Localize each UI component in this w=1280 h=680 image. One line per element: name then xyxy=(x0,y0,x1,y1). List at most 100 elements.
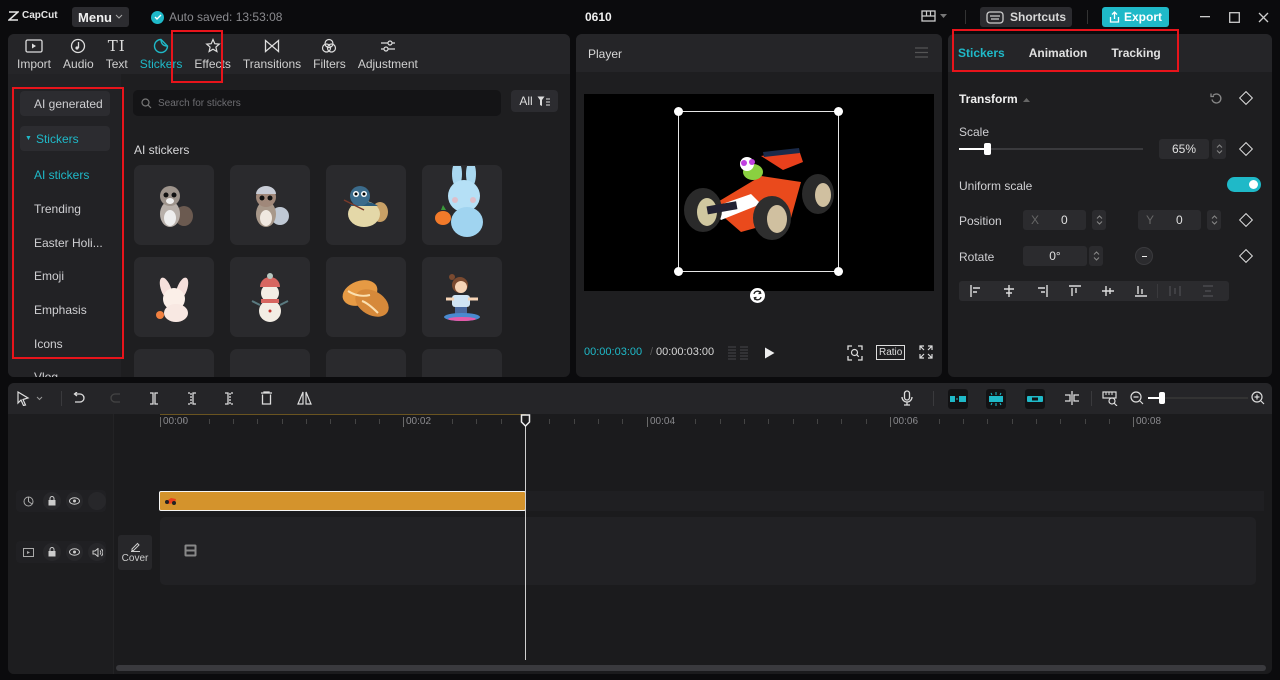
tab-audio[interactable]: Audio xyxy=(57,34,100,74)
timeline-view-button[interactable] xyxy=(728,346,748,360)
tab-filters[interactable]: Filters xyxy=(307,34,352,74)
tab-stickers-props[interactable]: Stickers xyxy=(958,46,1005,60)
delete-button[interactable] xyxy=(260,390,273,406)
sticker-clip[interactable] xyxy=(159,491,526,511)
nav-ai-generated[interactable]: AI generated xyxy=(20,91,110,116)
resize-handle-top-left[interactable] xyxy=(674,107,683,116)
undo-button[interactable] xyxy=(72,390,85,406)
cover-button[interactable]: Cover xyxy=(118,535,152,570)
split-right-button[interactable] xyxy=(223,390,235,406)
distribute-v-icon[interactable] xyxy=(1191,285,1224,297)
fullscreen-button[interactable] xyxy=(919,345,933,359)
pie-sticker[interactable] xyxy=(326,349,406,377)
snowman-sticker[interactable] xyxy=(230,257,310,337)
tab-animation[interactable]: Animation xyxy=(1029,46,1088,60)
scale-stepper[interactable] xyxy=(1212,139,1226,159)
ratio-button[interactable]: Ratio xyxy=(876,345,906,360)
butterfly-sticker[interactable] xyxy=(422,349,502,377)
scale-slider-thumb[interactable] xyxy=(983,143,991,155)
scale-slider[interactable] xyxy=(959,143,1143,155)
split-left-button[interactable] xyxy=(186,390,198,406)
shortcuts-button[interactable]: Shortcuts xyxy=(980,7,1072,27)
zoom-out-button[interactable] xyxy=(1130,390,1144,406)
select-tool-button[interactable] xyxy=(17,390,43,406)
auto-snap-toggle[interactable] xyxy=(986,389,1006,409)
tab-stickers[interactable]: Stickers xyxy=(134,34,189,74)
reset-button[interactable] xyxy=(1210,92,1223,105)
timeline-horizontal-scrollbar[interactable] xyxy=(116,665,1266,671)
mute-track-button[interactable] xyxy=(88,543,106,561)
align-bottom-icon[interactable] xyxy=(1124,285,1157,297)
player-menu-button[interactable] xyxy=(915,47,928,58)
redo-button[interactable] xyxy=(110,390,123,406)
timeline-zoom-slider[interactable] xyxy=(1148,392,1248,404)
resize-handle-bottom-left[interactable] xyxy=(674,267,683,276)
zoom-to-fit-button[interactable] xyxy=(1102,390,1118,406)
timeline-ruler[interactable]: 00:00 00:02 00:04 00:06 00:08 xyxy=(8,414,1272,432)
nav-emoji[interactable]: Emoji xyxy=(20,263,110,288)
zoom-slider-thumb[interactable] xyxy=(1159,392,1165,404)
keyframe-transform-button[interactable] xyxy=(1238,90,1254,106)
align-left-icon[interactable] xyxy=(959,285,992,297)
croissant-sticker[interactable] xyxy=(326,257,406,337)
tab-tracking[interactable]: Tracking xyxy=(1111,46,1160,60)
minimize-button[interactable] xyxy=(1197,9,1213,25)
nav-trending[interactable]: Trending xyxy=(20,196,110,221)
distribute-h-icon[interactable] xyxy=(1158,285,1191,297)
menu-button[interactable]: Menu xyxy=(72,7,129,27)
zoom-in-button[interactable] xyxy=(1251,390,1265,406)
seal-sticker[interactable] xyxy=(326,165,406,245)
bunny-sticker[interactable] xyxy=(134,257,214,337)
uniform-scale-toggle[interactable] xyxy=(1227,177,1261,192)
position-x-stepper[interactable] xyxy=(1092,210,1106,230)
align-center-h-icon[interactable] xyxy=(992,285,1025,297)
keyframe-rotate-button[interactable] xyxy=(1238,248,1254,264)
bunny-carrot-3d-sticker[interactable] xyxy=(422,165,502,245)
character-sticker[interactable] xyxy=(134,349,214,377)
align-center-v-icon[interactable] xyxy=(1091,285,1124,297)
tab-transitions[interactable]: Transitions xyxy=(237,34,307,74)
layout-button[interactable] xyxy=(921,10,947,22)
zoom-fit-button[interactable] xyxy=(847,345,863,361)
export-button[interactable]: Export xyxy=(1102,7,1169,27)
resize-handle-top-right[interactable] xyxy=(834,107,843,116)
tab-effects[interactable]: Effects xyxy=(188,34,236,74)
nav-ai-stickers[interactable]: AI stickers xyxy=(20,162,110,187)
rotate-input[interactable]: 0° xyxy=(1023,246,1087,266)
mirror-button[interactable] xyxy=(297,390,312,406)
tab-import[interactable]: Import xyxy=(11,34,57,74)
resize-handle-bottom-right[interactable] xyxy=(834,267,843,276)
keyframe-position-button[interactable] xyxy=(1238,212,1254,228)
playhead[interactable] xyxy=(525,423,526,660)
nav-easter-holiday[interactable]: Easter Holi... xyxy=(20,230,110,255)
rotate-handle[interactable] xyxy=(750,288,765,303)
maximize-button[interactable] xyxy=(1226,9,1242,25)
record-audio-button[interactable] xyxy=(901,390,913,406)
rotate-stepper[interactable] xyxy=(1089,246,1103,266)
filter-all-button[interactable]: All xyxy=(511,90,558,112)
preview-canvas[interactable] xyxy=(584,94,934,291)
sticker-search-input[interactable]: Search for stickers xyxy=(133,90,501,116)
split-button[interactable] xyxy=(148,390,160,406)
nav-vlog[interactable]: Vlog xyxy=(20,364,110,378)
hide-track-button[interactable] xyxy=(65,492,84,510)
race-car-sticker[interactable] xyxy=(681,146,836,241)
lock-track-button[interactable] xyxy=(42,543,61,561)
selection-box[interactable] xyxy=(674,107,843,276)
position-y-input[interactable]: Y 0 xyxy=(1138,210,1201,230)
align-right-icon[interactable] xyxy=(1025,285,1058,297)
chipmunk-sticker[interactable] xyxy=(134,165,214,245)
position-y-stepper[interactable] xyxy=(1207,210,1221,230)
position-x-input[interactable]: X 0 xyxy=(1023,210,1086,230)
hide-track-button[interactable] xyxy=(65,543,84,561)
lock-track-button[interactable] xyxy=(42,492,61,510)
main-track-magnet-toggle[interactable] xyxy=(948,389,968,409)
main-video-track[interactable] xyxy=(160,517,1256,585)
playhead-handle[interactable] xyxy=(520,414,531,427)
tab-text[interactable]: TI Text xyxy=(100,34,134,74)
preview-axis-button[interactable] xyxy=(1064,390,1080,406)
character-sticker-2[interactable] xyxy=(230,349,310,377)
play-button[interactable] xyxy=(764,347,775,359)
nav-stickers[interactable]: ▼ Stickers xyxy=(20,126,110,151)
tab-adjustment[interactable]: Adjustment xyxy=(352,34,424,74)
